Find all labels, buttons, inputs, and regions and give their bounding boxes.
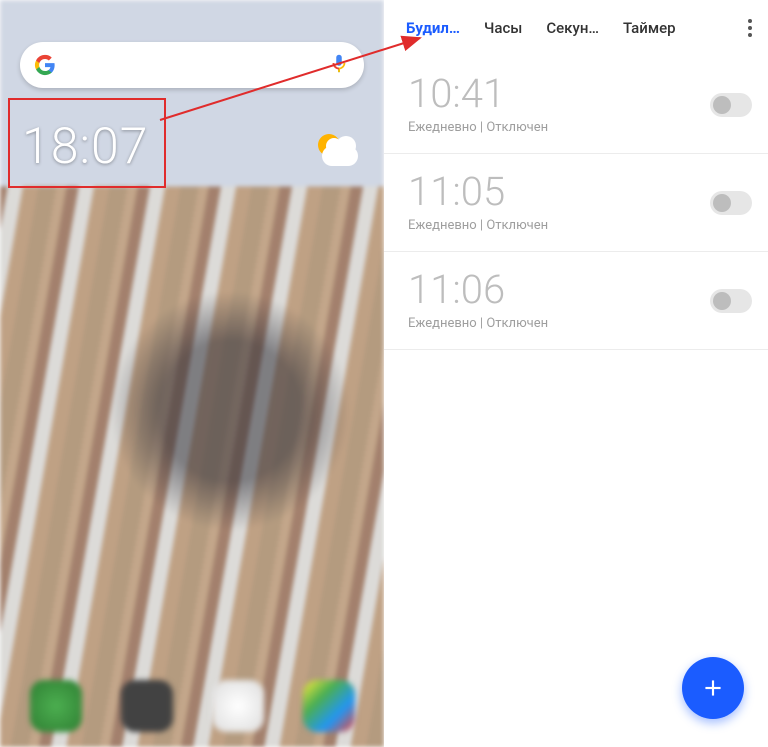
home-dock bbox=[0, 671, 384, 741]
alarm-toggle[interactable] bbox=[710, 289, 752, 313]
alarm-subtext: Ежедневно | Отключен bbox=[408, 120, 548, 135]
alarm-row[interactable]: 11:06 Ежедневно | Отключен bbox=[384, 252, 768, 350]
clock-app: Будил… Часы Секун… Таймер 10:41 Ежедневн… bbox=[384, 0, 768, 747]
google-logo-icon bbox=[34, 54, 56, 76]
alarm-subtext: Ежедневно | Отключен bbox=[408, 218, 548, 233]
clock-app-tabs: Будил… Часы Секун… Таймер bbox=[384, 0, 768, 56]
dock-app-2[interactable] bbox=[121, 680, 173, 732]
alarm-info: 10:41 Ежедневно | Отключен bbox=[408, 74, 548, 135]
google-search-bar[interactable] bbox=[20, 42, 364, 88]
plus-icon bbox=[700, 675, 726, 701]
alarm-list: 10:41 Ежедневно | Отключен 11:05 Ежеднев… bbox=[384, 56, 768, 350]
alarm-time: 11:06 bbox=[408, 270, 548, 310]
alarm-toggle[interactable] bbox=[710, 191, 752, 215]
tab-stopwatch[interactable]: Секун… bbox=[540, 13, 605, 43]
home-screen-overlay: 18:07 bbox=[0, 0, 384, 747]
dock-app-3[interactable] bbox=[212, 680, 264, 732]
dock-app-1[interactable] bbox=[30, 680, 82, 732]
dock-app-4[interactable] bbox=[303, 680, 355, 732]
overflow-menu-icon[interactable] bbox=[736, 11, 764, 45]
cloud-icon bbox=[322, 146, 358, 166]
alarm-toggle[interactable] bbox=[710, 93, 752, 117]
tab-clock[interactable]: Часы bbox=[478, 13, 528, 43]
tab-timer[interactable]: Таймер bbox=[617, 13, 682, 43]
add-alarm-button[interactable] bbox=[682, 657, 744, 719]
alarm-time: 10:41 bbox=[408, 74, 548, 114]
voice-search-icon[interactable] bbox=[328, 52, 350, 78]
home-clock-widget[interactable]: 18:07 bbox=[22, 118, 148, 176]
alarm-time: 11:05 bbox=[408, 172, 548, 212]
alarm-info: 11:06 Ежедневно | Отключен bbox=[408, 270, 548, 331]
alarm-subtext: Ежедневно | Отключен bbox=[408, 316, 548, 331]
alarm-info: 11:05 Ежедневно | Отключен bbox=[408, 172, 548, 233]
tab-alarm[interactable]: Будил… bbox=[400, 13, 466, 43]
composite-screenshot: 18:07 Будил… Часы Секун… Таймер 10:41 bbox=[0, 0, 768, 747]
weather-widget-icon[interactable] bbox=[312, 128, 356, 172]
alarm-row[interactable]: 10:41 Ежедневно | Отключен bbox=[384, 56, 768, 154]
alarm-row[interactable]: 11:05 Ежедневно | Отключен bbox=[384, 154, 768, 252]
